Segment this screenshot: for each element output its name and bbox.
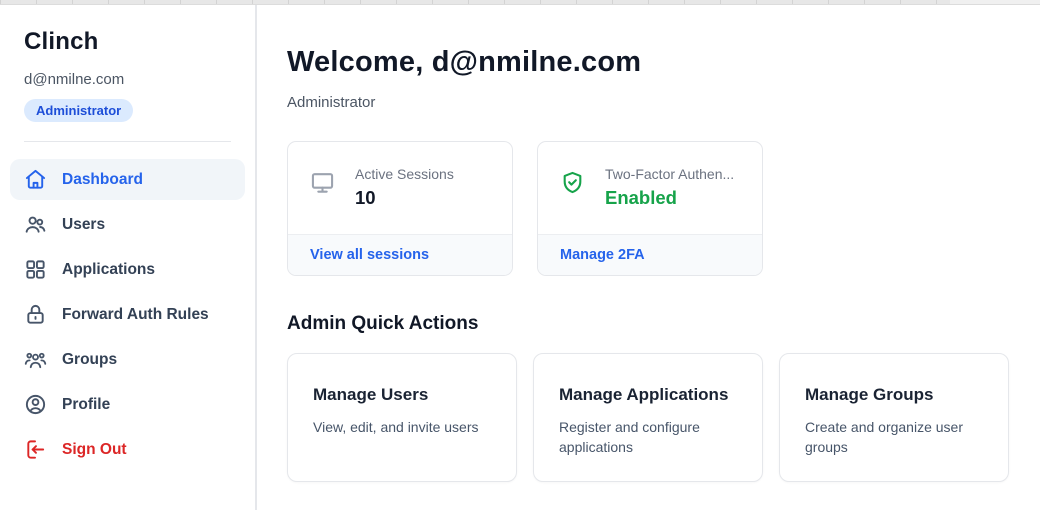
user-email: d@nmilne.com (0, 71, 255, 88)
role-badge: Administrator (24, 99, 133, 122)
logout-icon (24, 438, 47, 461)
monitor-icon (310, 170, 335, 195)
main-content: Welcome, d@nmilne.com Administrator Acti… (257, 5, 1040, 510)
sidebar-item-label: Sign Out (62, 441, 127, 459)
manage-2fa-link[interactable]: Manage 2FA (560, 247, 645, 263)
quick-actions-title: Admin Quick Actions (287, 313, 1009, 335)
lock-icon (24, 303, 47, 326)
card-description: Create and organize user groups (805, 417, 983, 457)
shield-check-icon (560, 170, 585, 195)
home-icon (24, 168, 47, 191)
stat-text: Two-Factor Authen... Enabled (605, 166, 734, 209)
card-title: Manage Applications (559, 385, 737, 405)
browser-edge-strip-right (950, 0, 1040, 4)
two-factor-card-body: Two-Factor Authen... Enabled (538, 142, 762, 234)
sidebar-item-sign-out[interactable]: Sign Out (10, 429, 245, 470)
sidebar-item-label: Users (62, 216, 105, 234)
sidebar-item-label: Groups (62, 351, 117, 369)
view-all-sessions-link[interactable]: View all sessions (310, 247, 429, 263)
role-badge-row: Administrator (0, 99, 255, 122)
quick-actions-row: Manage Users View, edit, and invite user… (287, 353, 1009, 482)
stat-card-footer: Manage 2FA (538, 234, 762, 275)
two-factor-card: Two-Factor Authen... Enabled Manage 2FA (537, 141, 763, 276)
sidebar-divider (24, 141, 231, 142)
stat-label: Two-Factor Authen... (605, 166, 734, 182)
page-title: Welcome, d@nmilne.com (287, 46, 1009, 79)
card-title: Manage Groups (805, 385, 983, 405)
page-subtitle: Administrator (287, 94, 1009, 111)
user-group-icon (24, 348, 47, 371)
sidebar-item-label: Dashboard (62, 171, 143, 189)
browser-edge-strip (0, 0, 1040, 5)
sidebar-item-profile[interactable]: Profile (10, 384, 245, 425)
stat-label: Active Sessions (355, 166, 454, 182)
sidebar-item-applications[interactable]: Applications (10, 249, 245, 290)
sidebar-item-label: Forward Auth Rules (62, 306, 209, 324)
stat-value: Enabled (605, 187, 734, 209)
sidebar-item-groups[interactable]: Groups (10, 339, 245, 380)
sidebar-item-label: Applications (62, 261, 155, 279)
card-description: View, edit, and invite users (313, 417, 491, 437)
sidebar-nav: Dashboard Users Applications Forward Aut… (0, 159, 255, 470)
stat-value: 10 (355, 187, 454, 209)
sidebar-item-users[interactable]: Users (10, 204, 245, 245)
stat-cards-row: Active Sessions 10 View all sessions Two… (287, 141, 1009, 276)
active-sessions-card: Active Sessions 10 View all sessions (287, 141, 513, 276)
sidebar-item-label: Profile (62, 396, 110, 414)
app-logo: Clinch (0, 28, 255, 56)
manage-groups-card[interactable]: Manage Groups Create and organize user g… (779, 353, 1009, 482)
manage-users-card[interactable]: Manage Users View, edit, and invite user… (287, 353, 517, 482)
sidebar-item-dashboard[interactable]: Dashboard (10, 159, 245, 200)
active-sessions-card-body: Active Sessions 10 (288, 142, 512, 234)
card-title: Manage Users (313, 385, 491, 405)
grid-icon (24, 258, 47, 281)
stat-text: Active Sessions 10 (355, 166, 454, 209)
stat-card-footer: View all sessions (288, 234, 512, 275)
users-icon (24, 213, 47, 236)
profile-icon (24, 393, 47, 416)
sidebar-item-forward-auth-rules[interactable]: Forward Auth Rules (10, 294, 245, 335)
card-description: Register and configure applications (559, 417, 737, 457)
app-root: Clinch d@nmilne.com Administrator Dashbo… (0, 5, 1040, 510)
manage-applications-card[interactable]: Manage Applications Register and configu… (533, 353, 763, 482)
sidebar: Clinch d@nmilne.com Administrator Dashbo… (0, 5, 257, 510)
